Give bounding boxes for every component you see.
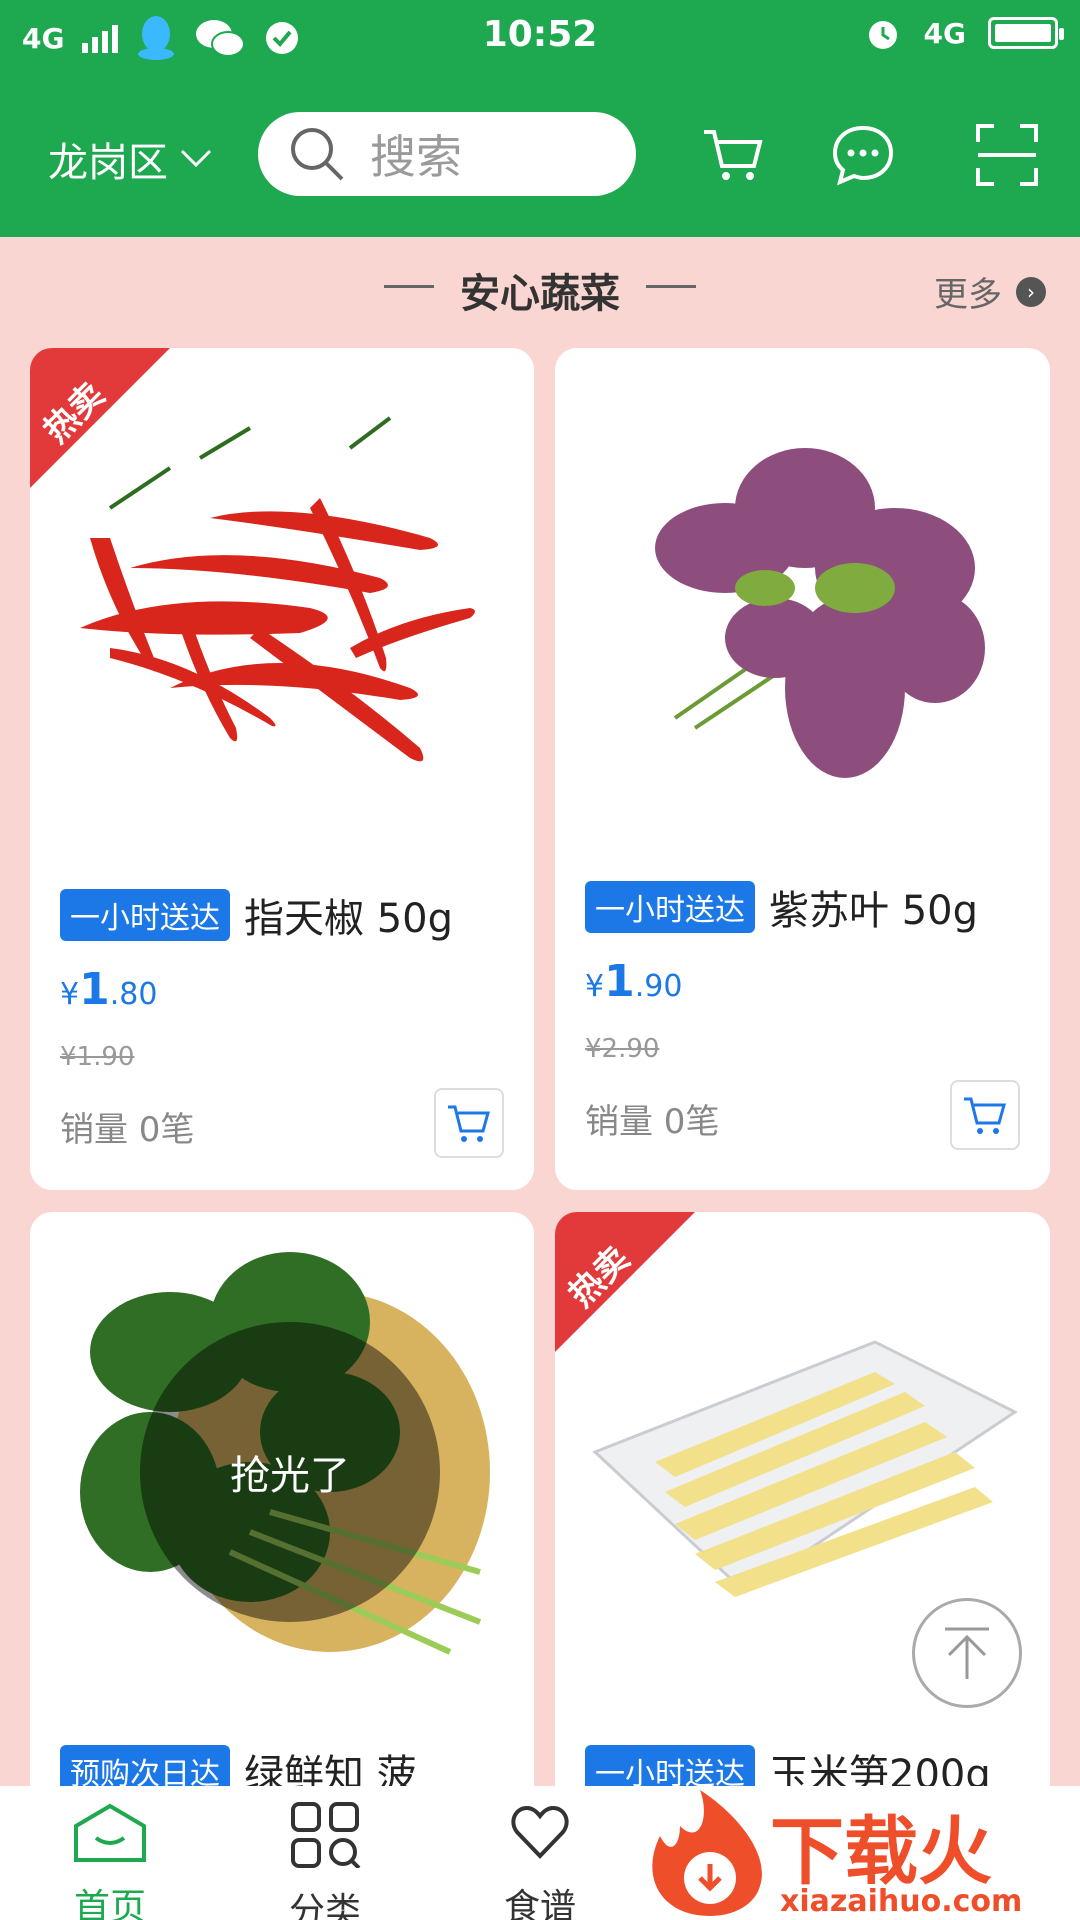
add-to-cart-button[interactable] — [434, 1088, 504, 1158]
district-label: 龙岗区 — [48, 140, 168, 186]
product-card[interactable]: 抢光了 预购次日达 绿鲜知 菠 — [30, 1212, 534, 1812]
original-price: ¥1.90 — [60, 1042, 135, 1072]
search-placeholder: 搜索 — [370, 130, 462, 184]
product-name: 指天椒 50g — [244, 896, 454, 942]
arrow-up-icon — [945, 1627, 989, 1679]
price-decimal: .80 — [109, 977, 158, 1012]
top-bar: 龙岗区 搜索 — [0, 100, 1080, 210]
cart-icon[interactable] — [700, 122, 766, 188]
section-title: 安心蔬菜 — [460, 271, 620, 317]
search-box[interactable]: 搜索 — [258, 112, 636, 196]
product-card[interactable]: 一小时送达 紫苏叶 50g ¥1.90 ¥2.90 销量 0笔 — [555, 348, 1050, 1190]
nav-category-label: 分类 — [288, 1891, 361, 1920]
title-divider-right — [646, 285, 696, 288]
product-title-row: 一小时送达 紫苏叶 50g — [585, 878, 978, 936]
status-right: 4G — [864, 14, 1064, 52]
more-link[interactable]: 更多 › — [934, 267, 1046, 316]
sales-count: 销量 0笔 — [60, 1110, 195, 1150]
watermark-url: xiazaihuo.com — [780, 1884, 1023, 1919]
network-label-right: 4G — [923, 16, 966, 50]
message-icon[interactable] — [830, 122, 896, 188]
watermark-logo: 下载火 xiazaihuo.com — [640, 1786, 1080, 1920]
product-price: ¥1.90 — [585, 956, 682, 1007]
category-icon — [291, 1802, 361, 1870]
add-to-cart-button[interactable] — [950, 1080, 1020, 1150]
delivery-badge: 一小时送达 — [585, 881, 755, 933]
price-integer: 1 — [79, 964, 110, 1015]
cart-icon — [448, 1105, 490, 1142]
watermark-text: 下载火 — [770, 1809, 992, 1895]
hot-ribbon: 热卖 — [30, 348, 170, 488]
nav-category[interactable]: 分类 — [255, 1802, 395, 1920]
nav-home[interactable]: 首页 — [40, 1802, 180, 1920]
price-decimal: .90 — [634, 969, 683, 1004]
original-price: ¥2.90 — [585, 1034, 660, 1064]
nav-recipe[interactable]: 食谱 — [470, 1802, 610, 1920]
price-integer: 1 — [604, 956, 635, 1007]
sales-count: 销量 0笔 — [585, 1102, 720, 1142]
battery-icon — [988, 17, 1064, 49]
more-label: 更多 — [934, 275, 1002, 315]
status-bar: 4G 10:52 4G — [0, 0, 1080, 70]
chevron-down-icon — [180, 149, 212, 168]
product-image-perilla — [655, 448, 985, 778]
chevron-right-icon: › — [1016, 276, 1046, 307]
scan-icon[interactable] — [974, 122, 1040, 188]
alarm-icon — [868, 21, 897, 49]
product-title-row: 一小时送达 指天椒 50g — [60, 886, 453, 944]
app-header: 4G 10:52 4G 龙岗区 搜索 — [0, 0, 1080, 237]
district-selector[interactable]: 龙岗区 — [48, 130, 212, 188]
product-name: 紫苏叶 50g — [769, 888, 979, 934]
heart-icon — [511, 1805, 569, 1859]
nav-home-label: 首页 — [73, 1887, 146, 1920]
hot-ribbon: 热卖 — [555, 1212, 695, 1352]
price-symbol: ¥ — [585, 969, 605, 1004]
search-icon — [291, 128, 344, 181]
product-card[interactable]: 热卖 一小时送达 指天椒 50g ¥1.80 ¥1.90 销量 0笔 — [30, 348, 534, 1190]
product-card[interactable]: 热卖 一小时送达 玉米笋200g — [555, 1212, 1050, 1812]
scroll-to-top-button[interactable] — [912, 1598, 1022, 1708]
nav-recipe-label: 食谱 — [503, 1887, 576, 1920]
flame-logo-icon — [652, 1790, 762, 1916]
sold-out-overlay: 抢光了 — [140, 1322, 440, 1622]
price-symbol: ¥ — [60, 977, 80, 1012]
product-price: ¥1.80 — [60, 964, 157, 1015]
home-icon — [74, 1803, 146, 1862]
section-header: 安心蔬菜 更多 › — [0, 255, 1080, 317]
cart-icon — [964, 1097, 1006, 1134]
delivery-badge: 一小时送达 — [60, 889, 230, 941]
